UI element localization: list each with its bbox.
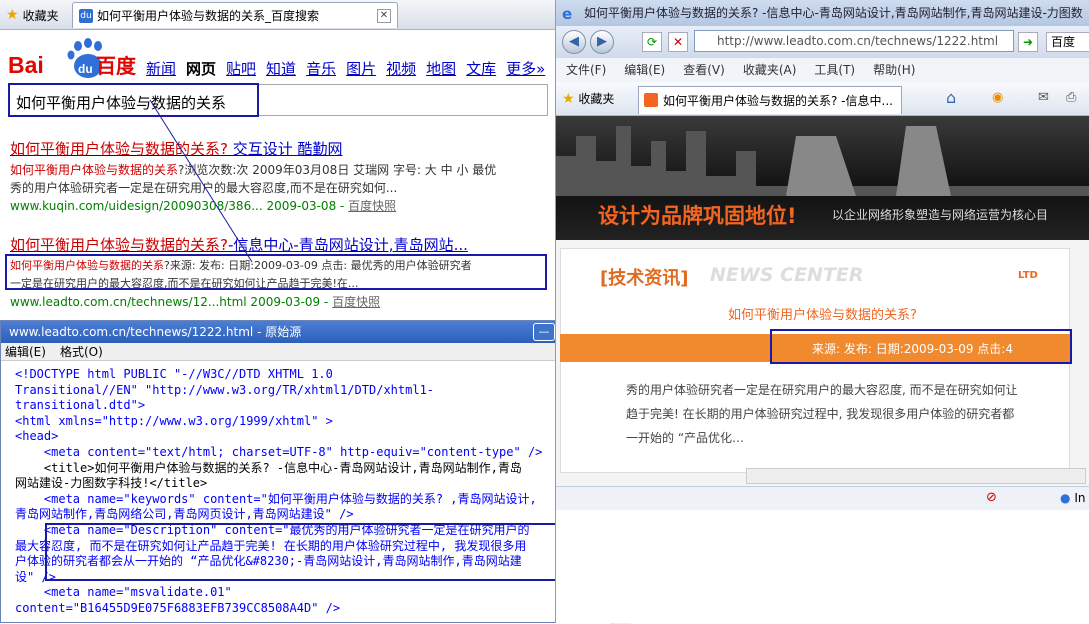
code-line: <meta name="keywords" content="如何平衡用户体验与… — [15, 491, 537, 506]
source-menu-bar: 编辑(E) 格式(O) — [1, 343, 633, 361]
zone-text: In — [1074, 491, 1086, 505]
favorites-button[interactable]: ★ 收藏夹 — [562, 90, 614, 107]
url-input[interactable]: http://www.leadto.com.cn/technews/1222.h… — [694, 30, 1014, 52]
back-icon[interactable]: ◀ — [562, 30, 586, 54]
code-line: transitional.dtd"> — [15, 398, 146, 413]
menu-favorites[interactable]: 收藏夹(A) — [743, 58, 797, 82]
banner-subtitle: 以企业网络形象塑造与网络运营为核心目 — [832, 208, 1049, 222]
menu-format[interactable]: 格式(O) — [60, 343, 103, 360]
stop-icon[interactable]: ✕ — [668, 32, 688, 52]
search-box[interactable]: 百度 — [1046, 32, 1089, 52]
code-line: 网站建设-力图数字科技!</title> — [15, 476, 208, 491]
rss-icon[interactable]: ◉ — [992, 90, 1003, 105]
forward-icon[interactable]: ▶ — [590, 30, 614, 54]
menu-file[interactable]: 文件(F) — [566, 58, 606, 82]
privacy-icon[interactable]: ⊘ — [986, 490, 997, 505]
article-body: 秀的用户体验研究者一定是在研究用户的最大容忍度, 而不是在研究如何让 趋于完美!… — [626, 378, 1066, 450]
city-skyline — [556, 126, 1089, 196]
code-line: <meta name="msvalidate.01" — [15, 585, 232, 600]
status-bar: ⊘ ● In — [556, 486, 1089, 510]
menu-edit[interactable]: 编辑(E) — [624, 58, 665, 82]
section-heading-en: NEWS CENTER — [710, 264, 864, 286]
annotation-line — [149, 99, 253, 263]
globe-icon: ● — [1060, 491, 1071, 505]
banner-slogan: 设计为品牌巩固地位! — [598, 204, 797, 228]
code-line: Transitional//EN" "http://www.w3.org/TR/… — [15, 382, 435, 397]
favorites-label: 收藏夹 — [578, 92, 615, 106]
menu-view[interactable]: 查看(V) — [683, 58, 725, 82]
article-line: 一开始的 “产品优化… — [626, 431, 745, 445]
refresh-icon[interactable]: ⟳ — [642, 32, 662, 52]
ie-window: 如何平衡用户体验与数据的关系? -信息中心-青岛网站设计,青岛网站制作,青岛网站… — [555, 0, 1089, 623]
print-icon[interactable]: ⎙ — [1066, 90, 1076, 105]
article-line: 趋于完美! 在长期的用户体验研究过程中, 我发现很多用户体验的研究者都 — [626, 407, 1015, 421]
mail-icon[interactable]: ✉ — [1038, 90, 1049, 105]
article-title: 如何平衡用户体验与数据的关系? — [728, 308, 917, 323]
horizontal-scrollbar[interactable] — [746, 468, 1086, 484]
menu-edit[interactable]: 编辑(E) — [5, 343, 46, 360]
highlight-box-description — [45, 523, 609, 581]
ie-menu-bar: 文件(F) 编辑(E) 查看(V) 收藏夹(A) 工具(T) 帮助(H) — [556, 58, 1089, 82]
code-line: <title>如何平衡用户体验与数据的关系? -信息中心-青岛网站设计,青岛网站… — [15, 460, 522, 475]
code-line: <meta content="text/html; charset=UTF-8"… — [15, 444, 543, 459]
home-icon[interactable]: ⌂ — [946, 88, 956, 107]
code-line: <html xmlns="http://www.w3.org/1999/xhtm… — [15, 413, 333, 428]
tab-label: 如何平衡用户体验与数据的关系? -信息中... — [663, 94, 893, 108]
view-source-window: www.leadto.com.cn/technews/1222.html - 原… — [0, 320, 633, 624]
code-line: content="B16455D9E075F6883EFB739CC8508A4… — [15, 600, 341, 615]
leadto-favicon-icon — [644, 93, 658, 107]
ltd-badge: LTD — [1018, 270, 1038, 281]
highlight-box-meta — [770, 329, 1072, 364]
section-heading: [技术资讯] — [600, 268, 689, 289]
code-line: 青岛网站制作,青岛网络公司,青岛网页设计,青岛网站建设" /> — [15, 507, 354, 522]
menu-tools[interactable]: 工具(T) — [814, 58, 855, 82]
star-icon: ★ — [562, 91, 575, 107]
ie-logo-icon: e — [562, 5, 573, 23]
menu-help[interactable]: 帮助(H) — [873, 58, 915, 82]
code-line: <!DOCTYPE html PUBLIC "-//W3C//DTD XHTML… — [15, 367, 333, 381]
minimize-icon[interactable]: — — [533, 323, 555, 341]
ie-title-bar: 如何平衡用户体验与数据的关系? -信息中心-青岛网站设计,青岛网站制作,青岛网站… — [556, 0, 1089, 46]
desktop-area — [556, 510, 1089, 623]
site-banner: 设计为品牌巩固地位! 以企业网络形象塑造与网络运营为核心目 — [556, 116, 1089, 240]
tab-leadto[interactable]: 如何平衡用户体验与数据的关系? -信息中... — [638, 86, 902, 114]
go-icon[interactable]: ➜ — [1018, 32, 1038, 52]
zone-label: ● In — [1060, 491, 1085, 505]
address-toolbar: ◀ ▶ ⟳ ✕ http://www.leadto.com.cn/technew… — [556, 26, 1089, 58]
code-line: <head> — [15, 429, 59, 444]
favorites-bar: ★ 收藏夹 如何平衡用户体验与数据的关系? -信息中... ⌂ ◉ ✉ ⎙ — [556, 82, 1089, 116]
article-line: 秀的用户体验研究者一定是在研究用户的最大容忍度, 而不是在研究如何让 — [626, 383, 1018, 397]
source-code: <!DOCTYPE html PUBLIC "-//W3C//DTD XHTML… — [1, 363, 611, 624]
